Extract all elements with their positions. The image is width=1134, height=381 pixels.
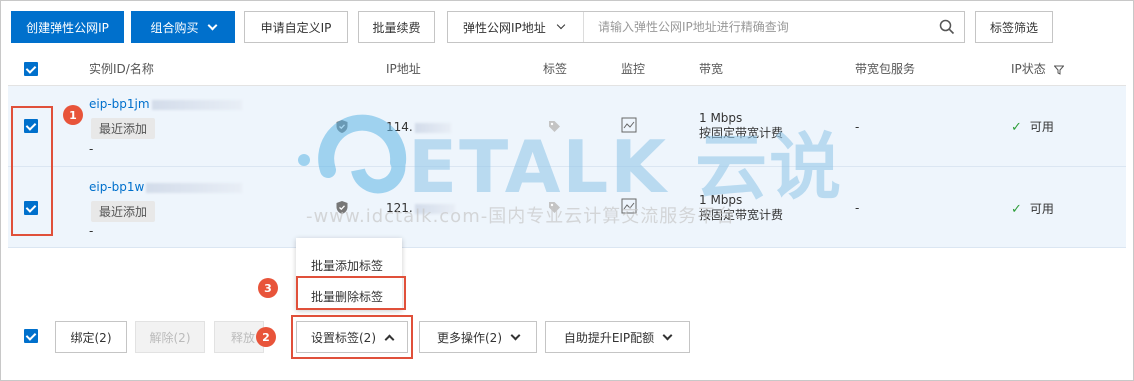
search-input[interactable] [584,12,930,42]
check-icon: ✓ [1011,120,1022,135]
table-row[interactable]: eip-bp1jm 最近添加 - 114. 1 Mbps 按固定带宽计费 - ✓… [8,86,1126,167]
monitor-chart-icon[interactable] [621,198,637,217]
instance-name: - [89,224,94,238]
header-tags: 标签 [543,62,568,76]
ip-address: 121. [386,201,455,215]
header-ip: IP地址 [386,62,421,76]
bandwidth-speed: 1 Mbps [699,193,743,207]
unbind-button[interactable]: 解除(2) [135,321,205,353]
instance-name: - [89,142,94,156]
tag-filter-button[interactable]: 标签筛选 [975,11,1053,43]
step-badge-1: 1 [63,105,83,125]
batch-renew-button[interactable]: 批量续费 [358,11,435,43]
ip-status: ✓ 可用 [1011,120,1054,135]
ip-status: ✓ 可用 [1011,202,1054,217]
shield-icon [335,200,349,218]
chevron-down-icon [510,330,521,340]
step-badge-3: 3 [258,278,278,298]
instance-id-link[interactable]: eip-bp1w [89,180,243,194]
search-bar: 弹性公网IP地址 [447,11,965,43]
bandwidth-billing: 按固定带宽计费 [699,208,784,222]
ip-address: 114. [386,120,451,134]
bundle-purchase-button[interactable]: 组合购买 [131,11,235,43]
bandwidth-package: - [855,120,860,134]
tag-icon[interactable] [548,120,561,136]
increase-quota-button[interactable]: 自助提升EIP配额 [545,321,690,353]
chevron-down-icon [662,330,673,340]
bottom-select-all-checkbox[interactable] [24,329,38,343]
apply-custom-ip-button[interactable]: 申请自定义IP [244,11,348,43]
create-eip-button[interactable]: 创建弹性公网IP [11,11,124,43]
table-row[interactable]: eip-bp1w 最近添加 - 121. 1 Mbps 按固定带宽计费 - ✓ 可… [8,167,1126,248]
bind-button[interactable]: 绑定(2) [55,321,127,353]
recent-chip: 最近添加 [91,201,156,222]
header-id-name: 实例ID/名称 [89,62,154,76]
header-monitor: 监控 [621,62,646,76]
select-all-checkbox[interactable] [24,62,38,76]
tag-icon[interactable] [548,201,561,217]
search-field-select[interactable]: 弹性公网IP地址 [448,12,584,42]
filter-icon[interactable] [1053,65,1065,75]
header-status: IP状态 [1011,53,1065,85]
instance-id-link[interactable]: eip-bp1jm [89,97,242,111]
monitor-chart-icon[interactable] [621,117,637,136]
header-bandwidth-package: 带宽包服务 [855,62,916,76]
table-header: 实例ID/名称 IP地址 标签 监控 带宽 带宽包服务 IP状态 [8,53,1126,86]
bandwidth-speed: 1 Mbps [699,111,743,125]
check-icon: ✓ [1011,202,1022,217]
chevron-down-icon [207,20,217,30]
shield-icon [335,119,349,137]
search-icon[interactable] [930,12,964,42]
recent-chip: 最近添加 [91,118,156,139]
bandwidth-package: - [855,201,860,215]
chevron-down-icon [556,20,566,30]
more-actions-button[interactable]: 更多操作(2) [419,321,537,353]
highlight-set-tags [291,315,413,359]
highlight-checkboxes [11,106,53,236]
header-bandwidth: 带宽 [699,62,724,76]
bandwidth-billing: 按固定带宽计费 [699,126,784,140]
toolbar: 创建弹性公网IP 组合购买 申请自定义IP 批量续费 [11,11,435,43]
step-badge-2: 2 [256,327,276,347]
highlight-remove-tags [296,276,406,310]
